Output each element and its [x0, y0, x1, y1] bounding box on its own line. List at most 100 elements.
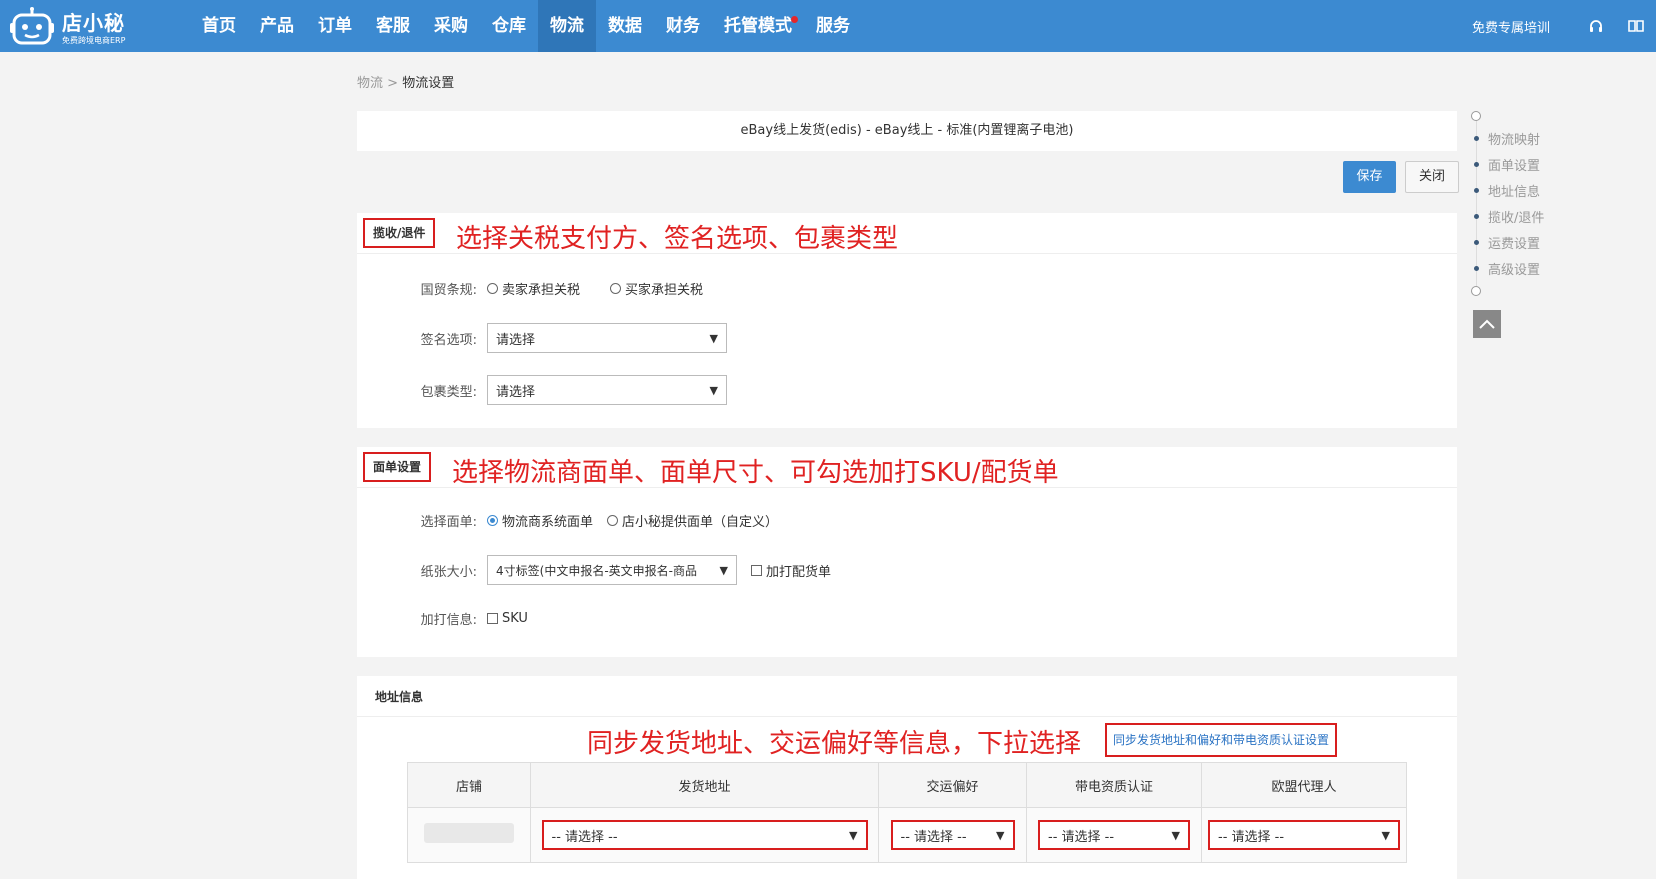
signature-label: 签名选项: — [420, 332, 477, 348]
nav-item-orders[interactable]: 订单 — [306, 0, 364, 52]
label-settings-section: 面单设置 选择物流商面单、面单尺寸、可勾选加打SKU/配货单 选择面单: 物流商… — [357, 447, 1457, 657]
nav-item-logistics[interactable]: 物流 — [538, 0, 596, 52]
side-nav-label: 运费设置 — [1488, 237, 1541, 252]
picking-list-checkbox[interactable]: 加打配货单 — [751, 561, 831, 580]
side-nav-end-circle — [1471, 286, 1481, 296]
battery-cert-select[interactable]: -- 请选择 -- ▼ — [1038, 820, 1190, 850]
bullet-dot — [1474, 266, 1479, 271]
radio-circle — [610, 283, 622, 294]
package-row: 包裹类型: 请选择 ▼ — [357, 375, 727, 405]
side-nav-start-circle — [1471, 111, 1481, 121]
buyer-duty-radio[interactable]: 买家承担关税 — [610, 279, 703, 298]
side-nav-item-label[interactable]: 面单设置 — [1468, 155, 1540, 174]
radio-circle — [607, 515, 619, 526]
nav-item-data[interactable]: 数据 — [596, 0, 654, 52]
back-to-top-button[interactable] — [1473, 310, 1501, 338]
eu-agent-select[interactable]: -- 请选择 -- ▼ — [1208, 820, 1400, 850]
bullet-dot — [1474, 240, 1479, 245]
sku-checkbox[interactable]: SKU — [487, 611, 528, 626]
side-nav-item-mapping[interactable]: 物流映射 — [1468, 129, 1540, 148]
chevron-down-icon: ▼ — [719, 563, 728, 577]
side-nav-label: 高级设置 — [1488, 263, 1541, 278]
carrier-label-radio[interactable]: 物流商系统面单 — [487, 511, 593, 530]
nav-item-hosting[interactable]: 托管模式 — [712, 0, 804, 52]
page-title: eBay线上发货(edis) - eBay线上 - 标准(内置锂离子电池) — [357, 111, 1457, 151]
nav-label: 产品 — [260, 16, 294, 36]
breadcrumb-current: 物流设置 — [402, 76, 455, 91]
blurred-shop-name — [424, 823, 514, 843]
select-value: -- 请选择 -- — [551, 829, 618, 845]
section-header: 揽收/退件 选择关税支付方、签名选项、包裹类型 — [357, 213, 1457, 254]
col-eu-agent: 欧盟代理人 — [1201, 762, 1407, 808]
nav-label: 服务 — [816, 16, 850, 36]
radio-circle — [487, 283, 498, 294]
signature-row: 签名选项: 请选择 ▼ — [357, 323, 727, 353]
bullet-dot — [1474, 136, 1479, 141]
side-nav-label: 物流映射 — [1488, 133, 1541, 148]
checkbox-label: 加打配货单 — [766, 564, 832, 580]
handover-cell: -- 请选择 -- ▼ — [878, 807, 1027, 863]
eu-agent-cell: -- 请选择 -- ▼ — [1201, 807, 1407, 863]
col-shop: 店铺 — [407, 762, 531, 808]
battery-cert-cell: -- 请选择 -- ▼ — [1026, 807, 1202, 863]
annotation-note: 选择关税支付方、签名选项、包裹类型 — [456, 224, 899, 254]
side-nav-item-address[interactable]: 地址信息 — [1468, 181, 1540, 200]
side-nav-label: 揽收/退件 — [1488, 211, 1545, 226]
nav-item-service[interactable]: 客服 — [364, 0, 422, 52]
headset-icon[interactable] — [1576, 18, 1616, 34]
nav-label: 托管模式 — [724, 16, 792, 36]
package-label: 包裹类型: — [420, 384, 477, 400]
chevron-up-icon — [1479, 319, 1495, 329]
top-right: 免费专属培训 — [1472, 0, 1656, 52]
sync-settings-link[interactable]: 同步发货地址和偏好和带电资质认证设置 — [1105, 723, 1338, 757]
training-link[interactable]: 免费专属培训 — [1472, 17, 1550, 36]
handover-select[interactable]: -- 请选择 -- ▼ — [890, 820, 1015, 850]
radio-label: 物流商系统面单 — [502, 515, 594, 530]
select-value: -- 请选择 -- — [1218, 829, 1285, 845]
nav-item-home[interactable]: 首页 — [190, 0, 248, 52]
logo[interactable]: 店小秘 免费跨境电商ERP — [10, 5, 140, 47]
paper-size-row: 纸张大小: 4寸标签(中文申报名-英文申报名-商品 ▼ 加打配货单 — [357, 555, 831, 585]
side-nav-label: 地址信息 — [1488, 185, 1541, 200]
side-nav-item-freight[interactable]: 运费设置 — [1468, 233, 1540, 252]
paper-size-label: 纸张大小: — [420, 564, 477, 580]
package-select[interactable]: 请选择 ▼ — [487, 375, 727, 405]
nav-item-warehouse[interactable]: 仓库 — [480, 0, 538, 52]
checkbox-box — [751, 564, 762, 576]
section-title: 地址信息 — [375, 690, 424, 704]
nav-item-finance[interactable]: 财务 — [654, 0, 712, 52]
chevron-down-icon: ▼ — [709, 331, 718, 345]
choose-label-row: 选择面单: 物流商系统面单 店小秘提供面单（自定义） — [357, 511, 808, 530]
radio-label: 卖家承担关税 — [502, 283, 581, 298]
seller-duty-radio[interactable]: 卖家承担关税 — [487, 279, 580, 298]
main-nav: 首页 产品 订单 客服 采购 仓库 物流 数据 财务 托管模式 服务 — [190, 0, 862, 52]
bullet-dot — [1474, 214, 1479, 219]
nav-label: 客服 — [376, 16, 410, 36]
ship-address-select[interactable]: -- 请选择 -- ▼ — [541, 820, 868, 850]
paper-size-select[interactable]: 4寸标签(中文申报名-英文申报名-商品 ▼ — [487, 555, 737, 585]
table-row: -- 请选择 -- ▼ -- 请选择 -- ▼ -- 请选择 -- ▼ -- 请选择 … — [407, 807, 1407, 863]
close-button[interactable]: 关闭 — [1405, 161, 1459, 193]
select-value: 请选择 — [496, 384, 536, 400]
chevron-down-icon: ▼ — [1171, 828, 1180, 842]
nav-item-products[interactable]: 产品 — [248, 0, 306, 52]
extra-info-label: 加打信息: — [420, 613, 477, 628]
nav-item-services[interactable]: 服务 — [804, 0, 862, 52]
incoterm-row: 国贸条规: 卖家承担关税 买家承担关税 — [357, 279, 733, 298]
nav-label: 采购 — [434, 16, 468, 36]
nav-item-purchase[interactable]: 采购 — [422, 0, 480, 52]
select-value: 4寸标签(中文申报名-英文申报名-商品 — [496, 563, 697, 578]
pickup-section: 揽收/退件 选择关税支付方、签名选项、包裹类型 国贸条规: 卖家承担关税 买家承… — [357, 213, 1457, 428]
book-icon[interactable] — [1616, 18, 1656, 34]
signature-select[interactable]: 请选择 ▼ — [487, 323, 727, 353]
select-value: -- 请选择 -- — [900, 829, 967, 845]
side-nav-item-pickup[interactable]: 揽收/退件 — [1468, 207, 1544, 226]
breadcrumb-parent[interactable]: 物流 — [357, 76, 383, 91]
save-button[interactable]: 保存 — [1343, 161, 1396, 193]
custom-label-radio[interactable]: 店小秘提供面单（自定义） — [607, 511, 778, 530]
section-title: 面单设置 — [363, 452, 432, 482]
col-handover: 交运偏好 — [878, 762, 1027, 808]
chevron-down-icon: ▼ — [709, 383, 718, 397]
choose-label-label: 选择面单: — [420, 515, 477, 530]
side-nav-item-advanced[interactable]: 高级设置 — [1468, 259, 1540, 278]
